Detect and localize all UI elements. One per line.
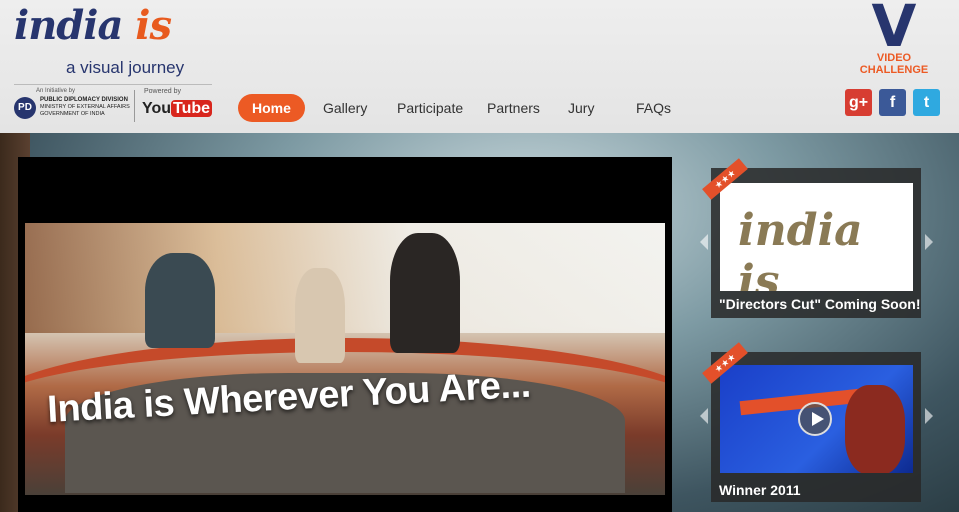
logo-title-india: india <box>14 2 123 49</box>
google-plus-icon[interactable]: g+ <box>845 89 872 116</box>
logo-title: india is <box>14 6 214 46</box>
nav-home[interactable]: Home <box>238 94 305 122</box>
pd-line2: MINISTRY OF EXTERNAL AFFAIRS <box>40 104 130 110</box>
pd-line1: PUBLIC DIPLOMACY DIVISION <box>40 97 128 103</box>
site-header: india is a visual journey An Initiative … <box>0 0 959 133</box>
card-label-winner: Winner 2011 <box>719 482 801 498</box>
video-person-3 <box>390 233 460 353</box>
card1-prev-arrow-icon[interactable] <box>700 234 708 250</box>
nav-jury[interactable]: Jury <box>568 94 594 122</box>
logo-divider <box>14 84 212 85</box>
nav-gallery[interactable]: Gallery <box>323 94 367 122</box>
youtube-you: You <box>142 100 172 117</box>
video-person-1 <box>145 253 215 348</box>
pd-text: PUBLIC DIPLOMACY DIVISION MINISTRY OF EX… <box>40 97 140 118</box>
site-logo[interactable]: india is a visual journey <box>14 6 214 85</box>
facebook-icon[interactable]: f <box>879 89 906 116</box>
card-image-text: india is <box>738 205 863 291</box>
pd-logo-icon: PD <box>14 97 36 119</box>
header-separator <box>134 90 135 122</box>
badge-v-letter: V <box>871 0 917 60</box>
card2-prev-arrow-icon[interactable] <box>700 408 708 424</box>
video-challenge-badge[interactable]: V VIDEO CHALLENGE <box>852 0 936 86</box>
twitter-icon[interactable]: t <box>913 89 940 116</box>
badge-line2: CHALLENGE <box>859 64 929 76</box>
youtube-tube: Tube <box>171 100 213 117</box>
nav-participate[interactable]: Participate <box>397 94 463 122</box>
video-frame[interactable]: India is Wherever You Are... <box>25 223 665 495</box>
youtube-logo[interactable]: You Tube <box>142 100 213 118</box>
badge-line1: VIDEO <box>876 52 912 64</box>
pd-line3: GOVERNMENT OF INDIA <box>40 111 105 117</box>
sidebar-card-directors-cut[interactable]: india is "Directors Cut" Coming Soon! <box>711 168 921 318</box>
card-image-figure <box>845 385 905 473</box>
card2-next-arrow-icon[interactable] <box>925 408 933 424</box>
play-icon[interactable] <box>798 402 832 436</box>
card-label-directors-cut: "Directors Cut" Coming Soon! <box>719 296 921 312</box>
logo-tagline: a visual journey <box>66 58 185 77</box>
nav-partners[interactable]: Partners <box>487 94 540 122</box>
powered-by-label: Powered by <box>144 88 181 95</box>
initiative-label: An Initiative by <box>36 88 76 94</box>
nav-faqs[interactable]: FAQs <box>636 94 671 122</box>
logo-title-is: is <box>135 2 172 49</box>
initiative-block: An Initiative by PD PUBLIC DIPLOMACY DIV… <box>14 88 132 124</box>
video-sky <box>25 223 665 333</box>
card-image-logo: india is <box>720 183 913 291</box>
video-person-2 <box>295 268 345 363</box>
card1-next-arrow-icon[interactable] <box>925 234 933 250</box>
